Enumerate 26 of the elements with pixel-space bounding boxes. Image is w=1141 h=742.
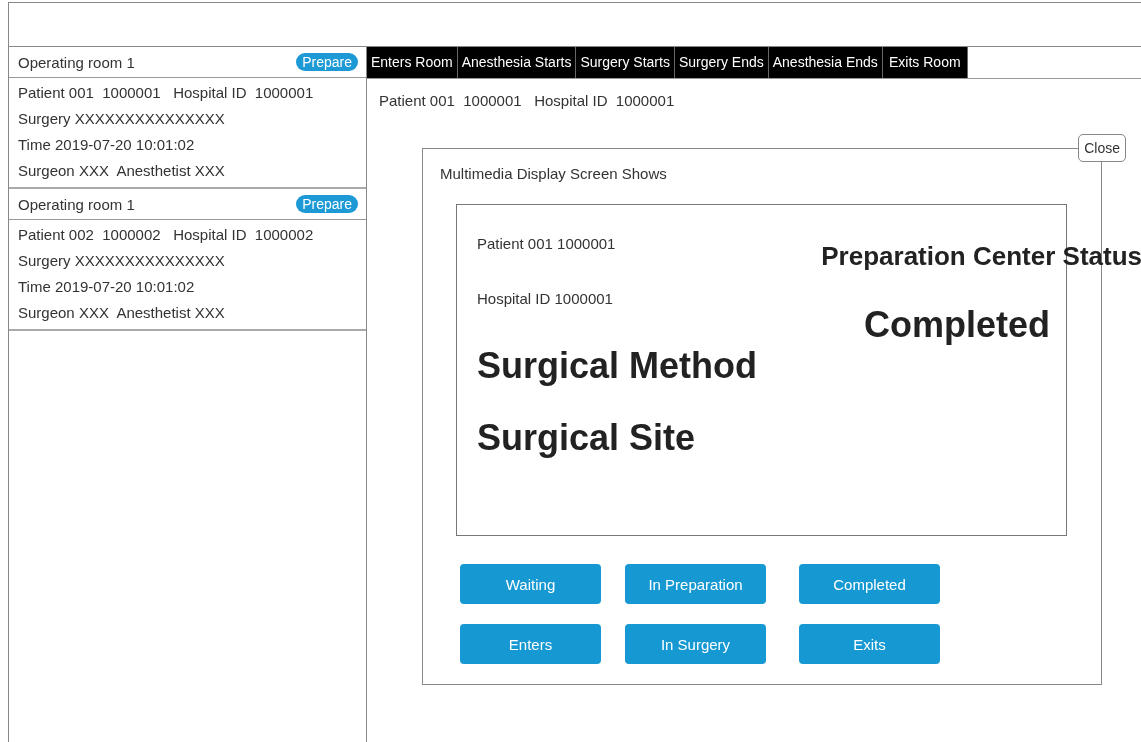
- stage-tab[interactable]: Exits Room: [882, 47, 968, 78]
- detail-text: Patient 001 1000001 Hospital ID 1000001: [18, 84, 315, 101]
- detail-text: Surgeon XXX Anesthetist XXX: [18, 162, 226, 179]
- site-heading: Surgical Site: [477, 417, 697, 459]
- detail-text: Surgery XXXXXXXXXXXXXXX: [18, 252, 226, 269]
- stage-tab[interactable]: Surgery Ends: [674, 47, 769, 78]
- room-title: Operating room 1: [18, 195, 135, 213]
- stage-tab[interactable]: Anesthesia Starts: [457, 47, 577, 78]
- patient-text: Patient 001 1000001: [477, 235, 617, 252]
- detail-text: Patient 002 1000002 Hospital ID 1000002: [18, 226, 315, 243]
- status-value: Completed: [864, 304, 1050, 346]
- detail-text: Surgery XXXXXXXXXXXXXXX: [18, 110, 226, 127]
- status-badge: Prepare: [296, 195, 358, 213]
- detail-text: Time 2019-07-20 10:01:02: [18, 136, 196, 153]
- dialog-title: Multimedia Display Screen Shows: [440, 165, 668, 182]
- hospital-id-text: Hospital ID 1000001: [477, 290, 614, 307]
- detail-text: Time 2019-07-20 10:01:02: [18, 278, 196, 295]
- stage-tab[interactable]: Surgery Starts: [576, 47, 675, 78]
- room-title: Operating room 1: [18, 53, 135, 71]
- method-heading: Surgical Method: [477, 345, 759, 387]
- detail-text: Surgeon XXX Anesthetist XXX: [18, 304, 226, 321]
- stage-tab[interactable]: Enters Room: [367, 47, 458, 78]
- patient-info: Patient 001 1000001 Hospital ID 1000001: [379, 92, 676, 109]
- stage-tab[interactable]: Anesthesia Ends: [768, 47, 883, 78]
- status-badge: Prepare: [296, 53, 358, 71]
- close-button[interactable]: Close: [1078, 134, 1126, 162]
